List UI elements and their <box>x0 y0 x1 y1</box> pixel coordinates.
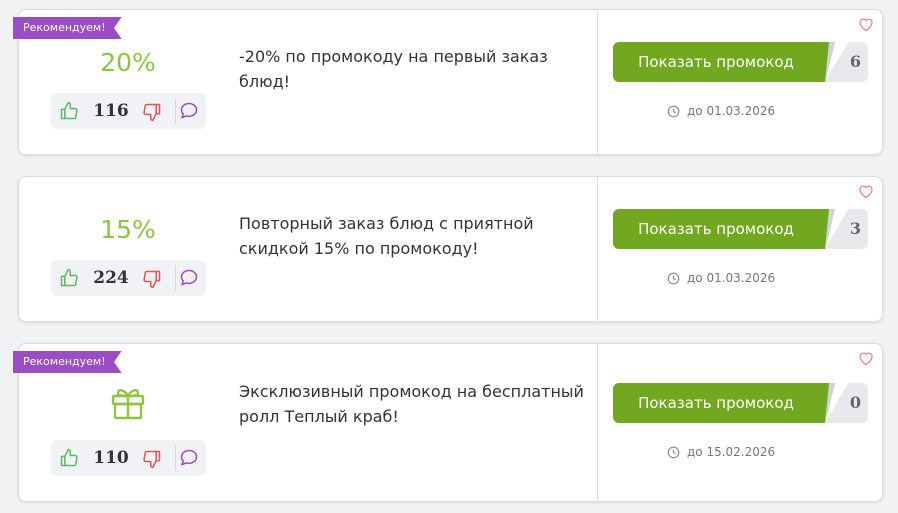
thumbs-up-icon[interactable] <box>59 448 79 468</box>
clock-icon <box>667 105 680 118</box>
expiry-text: до 15.02.2026 <box>687 445 776 459</box>
coupon-list: Рекомендуем! 20% 116 -20% по промокоду н… <box>0 0 898 513</box>
vertical-divider <box>597 10 598 154</box>
thumbs-down-icon[interactable] <box>142 449 162 469</box>
vote-box: 116 <box>51 93 206 129</box>
heart-icon[interactable] <box>858 184 874 199</box>
code-hint: 3 <box>849 219 861 238</box>
vertical-divider <box>597 344 598 501</box>
vertical-divider <box>597 177 598 321</box>
coupon-card: 15% 224 Повторный заказ блюд с приятной … <box>18 176 883 322</box>
expiry-date: до 01.03.2026 <box>667 104 776 118</box>
vote-separator <box>175 265 176 291</box>
thumbs-up-icon[interactable] <box>59 101 79 121</box>
comment-icon[interactable] <box>179 101 199 121</box>
comment-icon[interactable] <box>179 448 199 468</box>
likes-count: 116 <box>93 101 129 121</box>
expiry-date: до 01.03.2026 <box>667 271 776 285</box>
coupon-description: Эксклюзивный промокод на бесплатный ролл… <box>239 382 584 426</box>
thumbs-down-icon[interactable] <box>142 102 162 122</box>
page-fold-icon <box>825 383 849 423</box>
expiry-date: до 15.02.2026 <box>667 445 776 459</box>
show-promocode-button[interactable]: 6 Показать промокод <box>613 42 868 82</box>
likes-count: 224 <box>93 268 129 288</box>
vote-box: 224 <box>51 260 206 296</box>
coupon-card: Рекомендуем! 20% 116 -20% по промокоду н… <box>13 9 883 155</box>
gift-icon <box>111 388 145 420</box>
likes-count: 110 <box>93 448 129 468</box>
discount-value: 15% <box>100 215 156 244</box>
thumbs-down-icon[interactable] <box>142 269 162 289</box>
coupon-description: -20% по промокоду на первый заказ блюд! <box>239 47 548 91</box>
show-promocode-button[interactable]: 3 Показать промокод <box>613 209 868 249</box>
thumbs-up-icon[interactable] <box>59 268 79 288</box>
expiry-text: до 01.03.2026 <box>687 104 776 118</box>
recommended-ribbon: Рекомендуем! <box>13 351 122 373</box>
clock-icon <box>667 446 680 459</box>
clock-icon <box>667 272 680 285</box>
page-fold-icon <box>825 209 849 249</box>
vote-separator <box>175 98 176 124</box>
show-promocode-label: Показать промокод <box>638 394 794 412</box>
recommended-ribbon: Рекомендуем! <box>13 17 122 39</box>
code-hint: 6 <box>849 52 861 71</box>
coupon-description: Повторный заказ блюд с приятной скидкой … <box>239 214 534 258</box>
show-promocode-label: Показать промокод <box>638 53 794 71</box>
show-promocode-button[interactable]: 0 Показать промокод <box>613 383 868 423</box>
expiry-text: до 01.03.2026 <box>687 271 776 285</box>
comment-icon[interactable] <box>179 268 199 288</box>
show-promocode-label: Показать промокод <box>638 220 794 238</box>
vote-separator <box>175 445 176 471</box>
vote-box: 110 <box>51 440 206 476</box>
page-fold-icon <box>825 42 849 82</box>
heart-icon[interactable] <box>858 17 874 32</box>
discount-value: 20% <box>100 48 156 77</box>
coupon-card: Рекомендуем! 110 Эксклюзивный промокод н… <box>13 343 883 502</box>
coupon-left-column: 15% 224 <box>19 177 227 321</box>
heart-icon[interactable] <box>858 351 874 366</box>
code-hint: 0 <box>849 393 861 412</box>
